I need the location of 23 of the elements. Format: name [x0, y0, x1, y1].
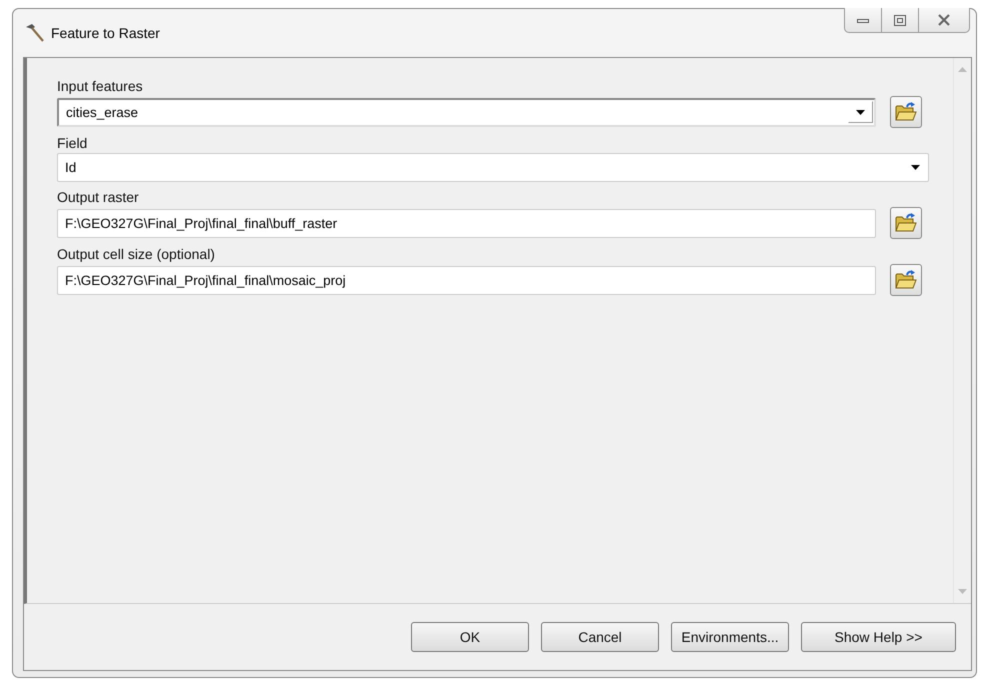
field-label: Input features: [57, 77, 144, 96]
minimize-button[interactable]: [844, 8, 882, 33]
input-field[interactable]: F:\GEO327G\Final_Proj\final_final\mosaic_proj: [57, 266, 876, 294]
dialog-button[interactable]: OK: [411, 622, 529, 652]
field-label: Output raster: [57, 188, 140, 207]
close-icon: [937, 14, 951, 26]
maximize-icon: [894, 14, 906, 26]
browse-folder-button[interactable]: [890, 264, 922, 296]
field-label: Output cell size (optional): [57, 245, 216, 264]
dialog-button[interactable]: Environments...: [671, 622, 789, 652]
dropdown-field[interactable]: Id: [57, 153, 929, 182]
browse-folder-button[interactable]: [890, 207, 922, 239]
dropdown-arrow-icon[interactable]: [911, 165, 920, 170]
window-title: Feature to Raster: [51, 25, 160, 41]
input-field[interactable]: F:\GEO327G\Final_Proj\final_final\buff_raster: [57, 208, 876, 238]
dialog-button[interactable]: Cancel: [541, 622, 659, 652]
maximize-button[interactable]: [881, 8, 919, 33]
minimize-icon: [857, 16, 869, 24]
combo-box[interactable]: cities_erase: [57, 98, 876, 126]
close-button[interactable]: [918, 8, 970, 33]
browse-folder-button[interactable]: [890, 96, 922, 128]
dialog-button[interactable]: Show Help >>: [801, 622, 956, 652]
field-label: Field: [57, 134, 88, 153]
